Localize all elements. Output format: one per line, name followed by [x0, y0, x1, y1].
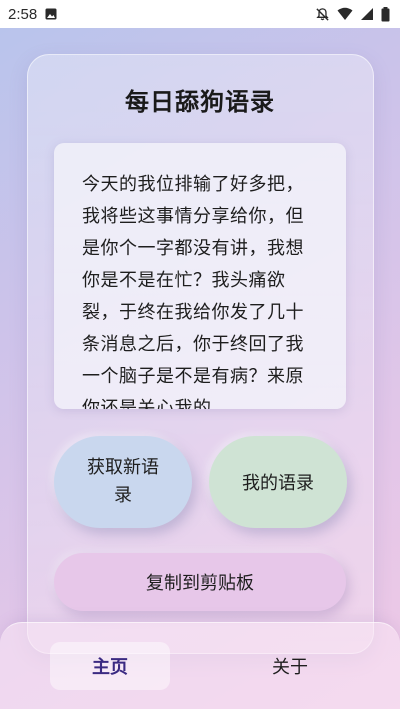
status-right — [315, 6, 390, 22]
nav-about-tab[interactable]: 关于 — [230, 642, 350, 690]
my-quotes-button[interactable]: 我的语录 — [209, 436, 347, 528]
battery-icon — [381, 6, 390, 22]
wifi-icon — [337, 7, 353, 21]
nav-home-tab[interactable]: 主页 — [50, 642, 170, 690]
page-title: 每日舔狗语录 — [125, 88, 275, 116]
notifications-off-icon — [315, 7, 330, 22]
status-left: 2:58 — [8, 6, 57, 23]
notification-image-icon — [45, 8, 57, 20]
status-time: 2:58 — [8, 5, 38, 23]
quote-box[interactable]: 今天的我位排输了好多把，我将些这事情分享给你，但是你个一字都没有讲，我想你是不是… — [54, 143, 346, 409]
copy-to-clipboard-button[interactable]: 复制到剪贴板 — [54, 553, 346, 611]
status-bar: 2:58 — [0, 0, 400, 28]
get-new-quote-button[interactable]: 获取新语录 — [54, 436, 192, 528]
quote-text: 今天的我位排输了好多把，我将些这事情分享给你，但是你个一字都没有讲，我想你是不是… — [82, 174, 304, 409]
signal-icon — [360, 7, 374, 21]
bottom-nav: 主页 关于 — [0, 622, 400, 709]
